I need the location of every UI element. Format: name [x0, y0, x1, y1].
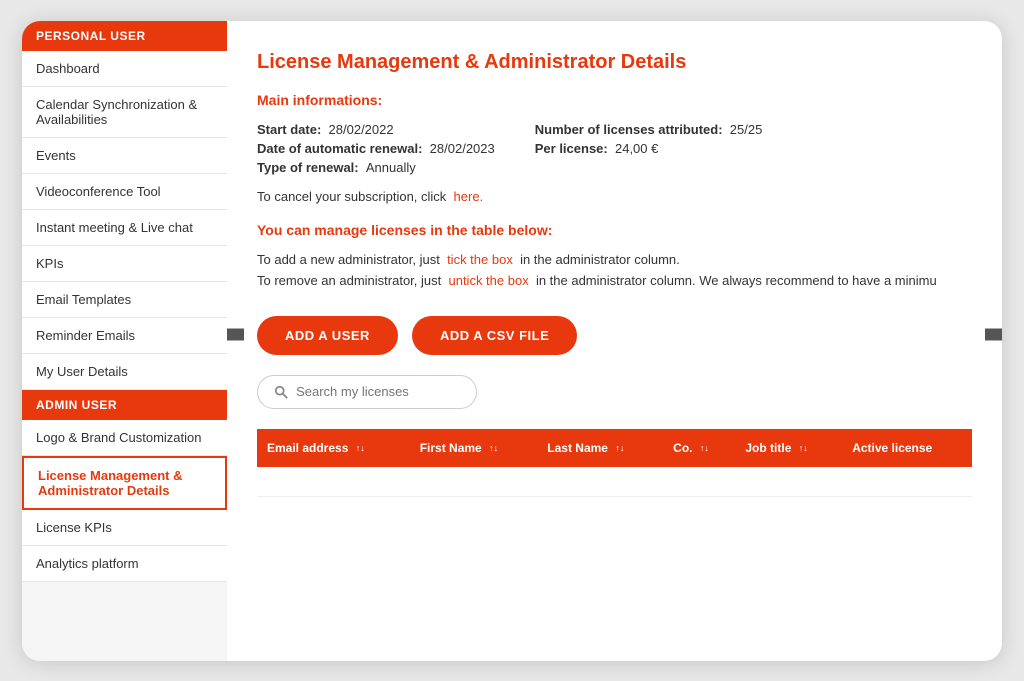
add-instruction: To add a new administrator, just tick th…	[257, 252, 972, 267]
sidebar-item-videoconference[interactable]: Videoconference Tool	[22, 174, 227, 210]
sidebar-item-license-kpis[interactable]: License KPIs	[22, 510, 227, 546]
renewal-type-value: Annually	[366, 160, 416, 175]
licenses-value: 25/25	[730, 122, 763, 137]
search-container	[257, 375, 972, 409]
buttons-row: ADD A USER ADD A CSV FILE	[257, 316, 577, 355]
section2-subtitle: You can manage licenses in the table bel…	[257, 222, 972, 238]
sidebar-item-instant-meeting[interactable]: Instant meeting & Live chat	[22, 210, 227, 246]
sort-email-icon[interactable]: ↑↓	[356, 443, 365, 453]
right-info-block: Number of licenses attributed: 25/25 Per…	[535, 122, 763, 175]
start-date-value: 28/02/2022	[329, 122, 394, 137]
left-info-block: Start date: 28/02/2022 Date of automatic…	[257, 122, 495, 175]
renewal-type-line: Type of renewal: Annually	[257, 160, 495, 175]
admin-user-header: ADMIN USER	[22, 390, 227, 420]
col-active-license: Active license	[842, 429, 972, 467]
sort-firstname-icon[interactable]: ↑↓	[489, 443, 498, 453]
right-arrow	[985, 315, 1002, 358]
tick-box-link[interactable]: tick the box	[447, 252, 513, 267]
manage-text-block: You can manage licenses in the table bel…	[257, 222, 972, 288]
untick-box-link[interactable]: untick the box	[448, 273, 528, 288]
licenses-line: Number of licenses attributed: 25/25	[535, 122, 763, 137]
start-date-label: Start date:	[257, 122, 321, 137]
sidebar-item-dashboard[interactable]: Dashboard	[22, 51, 227, 87]
sort-company-icon[interactable]: ↑↓	[700, 443, 709, 453]
renewal-date-label: Date of automatic renewal:	[257, 141, 422, 156]
sort-lastname-icon[interactable]: ↑↓	[615, 443, 624, 453]
sort-jobtitle-icon[interactable]: ↑↓	[799, 443, 808, 453]
col-lastname: Last Name ↑↓	[537, 429, 663, 467]
sidebar-item-calendar[interactable]: Calendar Synchronization & Availabilitie…	[22, 87, 227, 138]
col-jobtitle: Job title ↑↓	[735, 429, 842, 467]
search-icon	[274, 384, 288, 400]
search-input[interactable]	[296, 384, 460, 399]
table-header-row: Email address ↑↓ First Name ↑↓ Last Name…	[257, 429, 972, 467]
main-content: License Management & Administrator Detai…	[227, 21, 1002, 661]
renewal-type-label: Type of renewal:	[257, 160, 359, 175]
col-firstname: First Name ↑↓	[410, 429, 538, 467]
renewal-date-line: Date of automatic renewal: 28/02/2023	[257, 141, 495, 156]
sidebar-item-email-templates[interactable]: Email Templates	[22, 282, 227, 318]
sidebar-item-logo-brand[interactable]: Logo & Brand Customization	[22, 420, 227, 456]
page-title: License Management & Administrator Detai…	[257, 51, 972, 74]
table-row-empty	[257, 467, 972, 497]
per-license-value: 24,00 €	[615, 141, 658, 156]
sidebar-item-reminder-emails[interactable]: Reminder Emails	[22, 318, 227, 354]
per-license-line: Per license: 24,00 €	[535, 141, 763, 156]
search-box	[257, 375, 477, 409]
licenses-label: Number of licenses attributed:	[535, 122, 723, 137]
add-user-button[interactable]: ADD A USER	[257, 316, 398, 355]
sidebar-item-my-user-details[interactable]: My User Details	[22, 354, 227, 390]
buttons-area: ADD A USER ADD A CSV FILE	[257, 298, 972, 375]
col-company: Co. ↑↓	[663, 429, 735, 467]
sidebar-item-kpis[interactable]: KPIs	[22, 246, 227, 282]
sidebar-item-license-management[interactable]: License Management & Administrator Detai…	[22, 456, 227, 510]
cancel-link[interactable]: here.	[454, 189, 484, 204]
start-date-line: Start date: 28/02/2022	[257, 122, 495, 137]
sidebar-item-analytics[interactable]: Analytics platform	[22, 546, 227, 582]
info-rows: Start date: 28/02/2022 Date of automatic…	[257, 122, 972, 175]
sidebar-item-events[interactable]: Events	[22, 138, 227, 174]
sidebar: PERSONAL USER Dashboard Calendar Synchro…	[22, 21, 227, 661]
cancel-text: To cancel your subscription, click here.	[257, 189, 972, 204]
per-license-label: Per license:	[535, 141, 608, 156]
left-arrow	[227, 315, 244, 358]
personal-user-header: PERSONAL USER	[22, 21, 227, 51]
remove-instruction: To remove an administrator, just untick …	[257, 273, 972, 288]
col-email: Email address ↑↓	[257, 429, 410, 467]
licenses-table: Email address ↑↓ First Name ↑↓ Last Name…	[257, 429, 972, 498]
renewal-date-value: 28/02/2023	[430, 141, 495, 156]
table-container: Email address ↑↓ First Name ↑↓ Last Name…	[257, 429, 972, 498]
section1-subtitle: Main informations:	[257, 92, 972, 108]
add-csv-button[interactable]: ADD A CSV FILE	[412, 316, 577, 355]
